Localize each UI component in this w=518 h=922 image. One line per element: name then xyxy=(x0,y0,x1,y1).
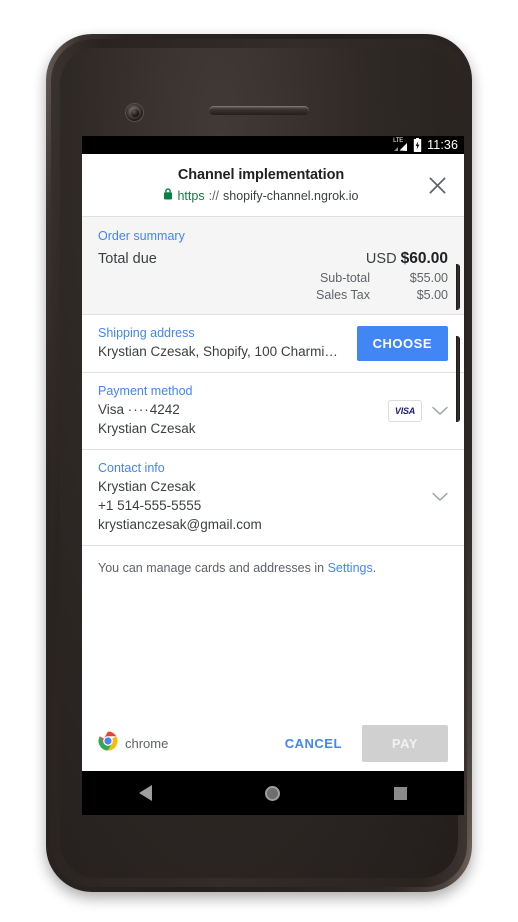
manage-note-period: . xyxy=(372,561,377,575)
subtotal-value: $55.00 xyxy=(409,271,448,285)
card-last4: 4242 xyxy=(149,402,180,417)
shipping-address-body: Shipping address Krystian Czesak, Shopif… xyxy=(98,325,345,361)
page-title: Channel implementation xyxy=(177,167,345,183)
total-due-value: USD $60.00 xyxy=(366,250,448,268)
power-button[interactable] xyxy=(456,264,460,310)
sheet-action-bar: chrome CANCEL PAY xyxy=(82,715,464,771)
contact-info-label: Contact info xyxy=(98,461,165,475)
total-due-row: Total due USD $60.00 xyxy=(98,250,448,268)
payment-method-section[interactable]: Payment method Visa ····4242 Krystian Cz… xyxy=(82,373,464,449)
chrome-logo-icon xyxy=(98,731,118,756)
back-triangle-icon xyxy=(139,785,153,801)
order-summary-label: Order summary xyxy=(98,229,185,243)
lte-signal-icon: LTE xyxy=(393,138,408,152)
shipping-address-label: Shipping address xyxy=(98,326,195,340)
close-icon xyxy=(428,176,446,194)
visa-badge-text: VISA xyxy=(394,405,416,416)
origin-separator: :// xyxy=(208,189,220,203)
chrome-wordmark: chrome xyxy=(125,735,169,751)
payment-sheet-header: Channel implementation https://shopify-c… xyxy=(82,154,464,216)
payment-method-expand-button[interactable] xyxy=(432,406,448,416)
contact-email: krystianczesak@gmail.com xyxy=(98,517,262,532)
payment-card-line: Visa ····4242 xyxy=(98,400,380,419)
home-circle-icon xyxy=(265,785,281,801)
battery-charging-icon xyxy=(413,138,422,152)
table-row: Sales Tax $5.00 xyxy=(98,288,448,302)
order-summary-section[interactable]: Order summary Total due USD $60.00 Sub-t… xyxy=(82,217,464,314)
origin-line: https://shopify-channel.ngrok.io xyxy=(98,187,424,205)
status-bar-clock: 11:36 xyxy=(427,138,458,152)
phone-screen: LTE 11:36 Channel implementation https:… xyxy=(82,136,464,815)
chrome-branding: chrome xyxy=(98,731,275,756)
origin-host: shopify-channel.ngrok.io xyxy=(223,189,359,203)
cancel-button[interactable]: CANCEL xyxy=(275,726,352,761)
phone-front-face: LTE 11:36 Channel implementation https:… xyxy=(60,48,464,878)
earpiece-speaker xyxy=(209,106,309,115)
origin-scheme: https xyxy=(177,189,205,203)
shipping-address-value: Krystian Czesak, Shopify, 100 Charming… xyxy=(98,344,345,359)
contact-info-section[interactable]: Contact info Krystian Czesak +1 514-555-… xyxy=(82,450,464,545)
chevron-down-icon xyxy=(432,492,448,501)
pay-button[interactable]: PAY xyxy=(361,724,448,762)
total-amount: $60.00 xyxy=(400,250,448,267)
card-mask-dots: ···· xyxy=(127,402,150,417)
card-holder-name: Krystian Czesak xyxy=(98,421,196,436)
nav-home-button[interactable] xyxy=(249,771,297,815)
total-due-label: Total due xyxy=(98,251,157,267)
nav-back-button[interactable] xyxy=(122,771,170,815)
payment-method-label: Payment method xyxy=(98,384,193,398)
close-button[interactable] xyxy=(420,168,454,202)
contact-info-body: Contact info Krystian Czesak +1 514-555-… xyxy=(98,460,422,534)
phone-frame-inner: LTE 11:36 Channel implementation https:… xyxy=(51,39,467,887)
volume-button[interactable] xyxy=(456,336,460,422)
visa-logo-icon: VISA xyxy=(388,399,422,422)
chevron-down-icon xyxy=(432,406,448,415)
sheet-header-text: Channel implementation https://shopify-c… xyxy=(82,166,464,205)
settings-link[interactable]: Settings xyxy=(328,561,373,575)
choose-address-button[interactable]: CHOOSE xyxy=(356,325,448,361)
recents-square-icon xyxy=(393,786,407,800)
contact-name: Krystian Czesak xyxy=(98,479,196,494)
manage-note-text: You can manage cards and addresses in xyxy=(98,561,328,575)
manage-cards-note: You can manage cards and addresses in Se… xyxy=(82,546,464,577)
sales-tax-label: Sales Tax xyxy=(316,288,370,302)
nav-recents-button[interactable] xyxy=(376,771,424,815)
phone-device-frame: LTE 11:36 Channel implementation https:… xyxy=(46,34,472,892)
payment-method-body: Payment method Visa ····4242 Krystian Cz… xyxy=(98,383,380,438)
android-nav-bar xyxy=(82,771,464,815)
sales-tax-value: $5.00 xyxy=(416,288,448,302)
currency-code: USD xyxy=(365,251,397,267)
front-camera-icon xyxy=(126,104,143,121)
contact-phone: +1 514-555-5555 xyxy=(98,498,202,513)
contact-info-expand-button[interactable] xyxy=(432,492,448,502)
android-status-bar: LTE 11:36 xyxy=(82,136,464,154)
lock-icon xyxy=(163,187,173,205)
card-brand: Visa xyxy=(98,402,125,417)
table-row: Sub-total $55.00 xyxy=(98,271,448,285)
shipping-address-section[interactable]: Shipping address Krystian Czesak, Shopif… xyxy=(82,315,464,372)
subtotal-label: Sub-total xyxy=(319,271,370,285)
